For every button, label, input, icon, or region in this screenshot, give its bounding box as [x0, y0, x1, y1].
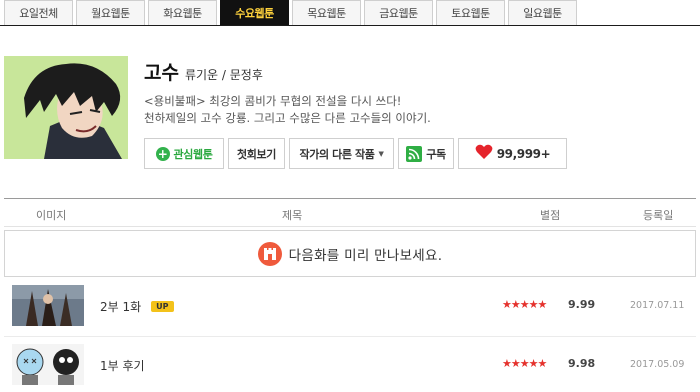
list-header-top-line [4, 198, 696, 199]
episode-thumbnail-1[interactable] [12, 285, 84, 326]
weekday-tabs: 요일전체 월요웹툰 화요웹툰 수요웹툰 목요웹툰 금요웹툰 토요웹툰 일요웹툰 [4, 0, 580, 26]
description-line-1: <용비불패> 최강의 콤비가 무협의 전설을 다시 쓰다! [144, 94, 402, 108]
episode-stars-2: ★★★★★ [502, 357, 547, 370]
episode-thumbnail-2[interactable] [12, 344, 84, 385]
episode-score-2: 9.98 [568, 357, 596, 370]
column-header-title: 제목 [282, 209, 303, 222]
episode-title-2[interactable]: 1부 후기 [100, 357, 145, 374]
tab-wednesday[interactable]: 수요웹툰 [220, 0, 289, 25]
episode-date-2: 2017.05.09 [630, 359, 685, 370]
description-line-2: 천하제일의 고수 강룡. 그리고 수많은 다른 고수들의 이야기. [144, 111, 431, 125]
rss-icon [406, 145, 423, 162]
episode-title-1[interactable]: 2부 1화 UP [100, 298, 174, 315]
row-divider-1 [4, 336, 696, 337]
other-works-label: 작가의 다른 작품 [299, 147, 375, 161]
tab-divider [0, 25, 700, 26]
comic-author[interactable]: 류기운 / 문정후 [185, 66, 263, 83]
episode-score-1: 9.99 [568, 298, 596, 311]
column-header-image: 이미지 [36, 209, 67, 222]
column-header-date: 등록일 [643, 209, 674, 222]
list-header-bottom-line [4, 226, 696, 227]
episode-date-1: 2017.07.11 [630, 300, 685, 311]
tab-all[interactable]: 요일전체 [4, 0, 73, 25]
like-button[interactable]: 99,999+ [458, 138, 567, 169]
episode-title-text-1: 2부 1화 [100, 300, 142, 314]
favorite-label: 관심웹툰 [173, 147, 213, 161]
tab-saturday[interactable]: 토요웹툰 [436, 0, 505, 25]
preview-next-banner[interactable]: 다음화를 미리 만나보세요. [4, 230, 696, 277]
tab-thursday[interactable]: 목요웹툰 [292, 0, 361, 25]
tab-monday[interactable]: 월요웹툰 [76, 0, 145, 25]
first-episode-button[interactable]: 첫회보기 [228, 138, 285, 169]
rss-label: 구독 [426, 147, 446, 161]
like-count: 99,999+ [496, 146, 551, 161]
rss-subscribe-button[interactable]: 구독 [398, 138, 454, 169]
comic-title-row: 고수 류기운 / 문정후 [144, 58, 263, 85]
up-badge: UP [151, 301, 174, 312]
favorite-button[interactable]: + 관심웹툰 [144, 138, 224, 169]
banner-text: 다음화를 미리 만나보세요. [288, 247, 443, 264]
plus-icon: + [155, 146, 170, 161]
tab-friday[interactable]: 금요웹툰 [364, 0, 433, 25]
episode-stars-1: ★★★★★ [502, 298, 547, 311]
tab-tuesday[interactable]: 화요웹툰 [148, 0, 217, 25]
caret-down-icon: ▼ [378, 149, 384, 158]
comic-description: <용비불패> 최강의 콤비가 무협의 전설을 다시 쓰다! 천하제일의 고수 강… [144, 93, 431, 127]
episode-title-text-2: 1부 후기 [100, 359, 145, 373]
column-header-rating: 별점 [540, 209, 561, 222]
daum-logo-icon [257, 241, 282, 266]
comic-thumbnail[interactable] [4, 56, 128, 159]
comic-title: 고수 [144, 62, 179, 84]
other-works-button[interactable]: 작가의 다른 작품 ▼ [289, 138, 394, 169]
heart-icon [475, 144, 493, 163]
action-buttons: + 관심웹툰 첫회보기 작가의 다른 작품 ▼ 구독 99,999+ [144, 138, 571, 169]
tab-sunday[interactable]: 일요웹툰 [508, 0, 577, 25]
